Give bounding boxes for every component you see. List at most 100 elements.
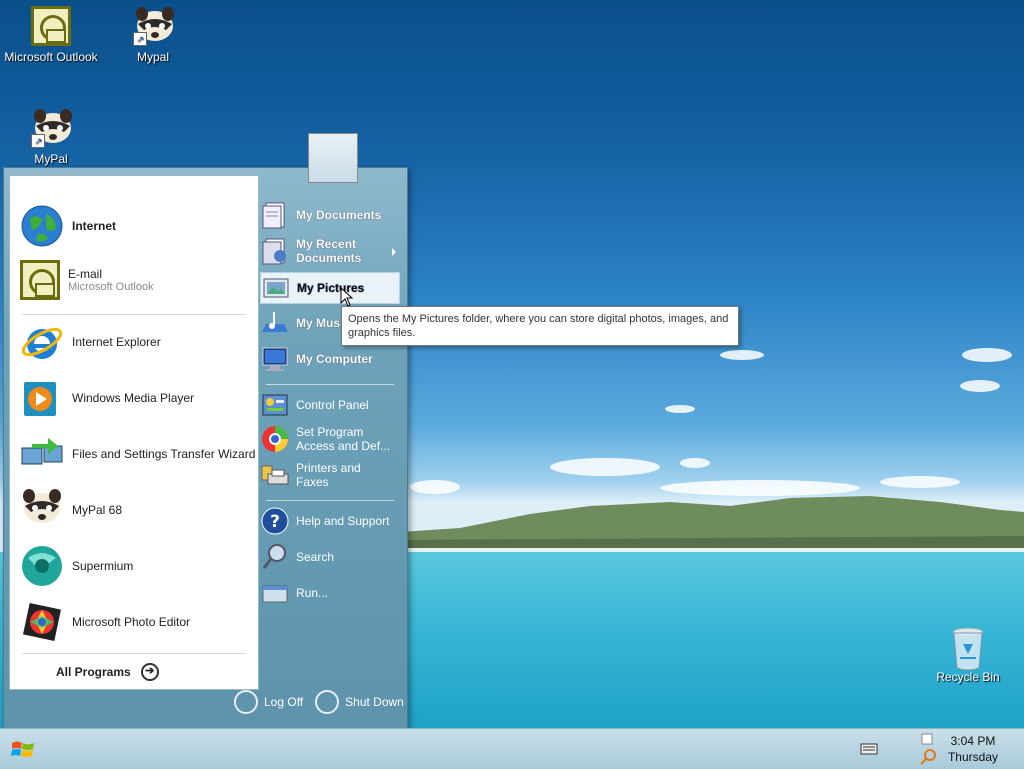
shortcut-arrow-icon: ↗	[31, 134, 45, 148]
supermium-icon	[20, 544, 64, 588]
taskbar: 3:04 PM Thursday	[0, 728, 1024, 769]
menu-item-my-recent-documents[interactable]: My Recent Documents	[260, 236, 400, 266]
menu-item-label: Run...	[296, 586, 329, 600]
documents-icon	[260, 200, 290, 230]
menu-item-title: Microsoft Photo Editor	[72, 615, 191, 629]
menu-item-printers-faxes[interactable]: Printers and Faxes	[260, 460, 400, 490]
menu-item-label: My Computer	[296, 352, 373, 366]
menu-item-mypal-68[interactable]: MyPal 68	[20, 488, 122, 532]
menu-item-photo-editor[interactable]: Microsoft Photo Editor	[20, 600, 190, 644]
music-icon	[260, 308, 290, 338]
desktop-icon-recycle-bin[interactable]: Recycle Bin	[920, 626, 1016, 684]
cloud	[962, 348, 1012, 362]
menu-item-label: Help and Support	[296, 514, 390, 528]
menu-item-files-settings-transfer[interactable]: Files and Settings Transfer Wizard	[20, 432, 255, 476]
cloud	[880, 476, 960, 488]
power-options: Log Off Shut Down	[234, 690, 404, 714]
outlook-icon	[31, 6, 71, 46]
mountain-hills	[400, 496, 1024, 554]
pictures-icon	[261, 273, 291, 303]
raccoon-icon	[20, 488, 64, 532]
menu-item-title: Internet Explorer	[72, 335, 161, 349]
menu-item-supermium[interactable]: Supermium	[20, 544, 133, 588]
tooltip: Opens the My Pictures folder, where you …	[341, 306, 739, 346]
menu-item-subtitle: Microsoft Outlook	[68, 281, 154, 293]
separator	[266, 500, 394, 501]
log-off-button[interactable]: Log Off	[234, 690, 303, 714]
desktop-icon-mypal-2[interactable]: ↗ MyPal	[3, 108, 99, 166]
internet-explorer-icon	[20, 320, 64, 364]
menu-item-internet-explorer[interactable]: Internet Explorer	[20, 320, 161, 364]
system-tray: 3:04 PM Thursday	[860, 729, 1024, 769]
transfer-wizard-icon	[20, 432, 64, 476]
raccoon-icon: ↗	[133, 6, 174, 46]
menu-item-control-panel[interactable]: Control Panel	[260, 390, 400, 420]
cloud	[680, 458, 710, 468]
cloud	[665, 405, 695, 413]
all-programs-label: All Programs	[56, 665, 131, 679]
menu-item-title: Files and Settings Transfer Wizard	[72, 447, 256, 461]
desktop-icon-label: Microsoft Outlook	[4, 50, 98, 64]
photo-editor-icon	[20, 600, 64, 644]
desktop-icon-label: Mypal	[136, 50, 169, 64]
menu-item-title: MyPal 68	[72, 503, 123, 517]
svg-text:?: ?	[270, 512, 280, 532]
separator	[22, 653, 246, 654]
submenu-arrow-icon	[392, 248, 396, 256]
menu-item-search[interactable]: Search	[260, 542, 400, 572]
menu-item-my-computer[interactable]: My Computer	[260, 344, 400, 374]
clock[interactable]: 3:04 PM Thursday	[948, 733, 998, 765]
recent-documents-icon	[260, 236, 290, 266]
menu-item-my-pictures[interactable]: My Pictures	[260, 272, 400, 304]
menu-item-title: Internet	[72, 219, 117, 233]
desktop-icon-label: Recycle Bin	[936, 670, 1000, 684]
printer-icon	[260, 460, 290, 490]
menu-item-title: Supermium	[72, 559, 134, 573]
menu-item-label: Set Program Access and Def...	[296, 425, 391, 453]
shut-down-label: Shut Down	[345, 695, 404, 709]
keyboard-icon[interactable]	[860, 742, 878, 756]
raccoon-icon: ↗	[31, 108, 72, 148]
run-icon	[260, 578, 290, 608]
user-account-picture[interactable]	[308, 133, 358, 183]
menu-item-internet[interactable]: Internet	[20, 204, 116, 248]
menu-item-my-documents[interactable]: My Documents	[260, 200, 400, 230]
clock-day: Thursday	[947, 750, 998, 764]
menu-item-label: Search	[296, 550, 335, 564]
desktop-icon-mypal[interactable]: ↗ Mypal	[105, 6, 201, 64]
arrow-right-icon: ➔	[140, 663, 159, 681]
menu-item-label: My Documents	[296, 208, 382, 222]
desktop-icon-outlook[interactable]: Microsoft Outlook	[3, 6, 99, 64]
power-icon	[315, 690, 340, 714]
all-programs-button[interactable]: All Programs ➔	[56, 663, 159, 681]
separator	[266, 384, 394, 385]
menu-item-title: E-mail	[68, 267, 103, 281]
control-panel-icon	[260, 390, 290, 420]
media-player-icon	[20, 376, 64, 420]
start-menu-programs-pane: Internet E-mail Microsoft Outlook Intern…	[9, 175, 259, 690]
log-off-icon	[234, 690, 258, 714]
globe-icon	[20, 204, 64, 248]
clock-time: 3:04 PM	[950, 734, 996, 748]
menu-item-run[interactable]: Run...	[260, 578, 400, 608]
search-icon	[260, 542, 290, 572]
menu-item-label: My Recent Documents	[296, 237, 362, 265]
help-icon: ?	[260, 506, 290, 536]
outlook-icon	[20, 260, 60, 300]
desktop-icon-label: MyPal	[34, 152, 68, 166]
computer-icon	[260, 344, 290, 374]
program-access-icon	[260, 424, 290, 454]
windows-logo-icon	[11, 741, 34, 757]
menu-item-help-support[interactable]: ? Help and Support	[260, 506, 400, 536]
shut-down-button[interactable]: Shut Down	[315, 690, 404, 714]
menu-item-email[interactable]: E-mail Microsoft Outlook	[20, 260, 154, 300]
menu-item-label: My Pictures	[297, 281, 365, 295]
start-button[interactable]	[10, 737, 36, 763]
start-menu: Internet E-mail Microsoft Outlook Intern…	[3, 167, 408, 729]
menu-item-set-program-access[interactable]: Set Program Access and Def...	[260, 424, 400, 454]
search-tray-icon[interactable]	[918, 732, 938, 766]
shortcut-arrow-icon: ↗	[133, 32, 147, 46]
menu-item-label: Control Panel	[296, 398, 369, 412]
menu-item-label: Printers and Faxes	[296, 461, 361, 489]
menu-item-windows-media-player[interactable]: Windows Media Player	[20, 376, 194, 420]
